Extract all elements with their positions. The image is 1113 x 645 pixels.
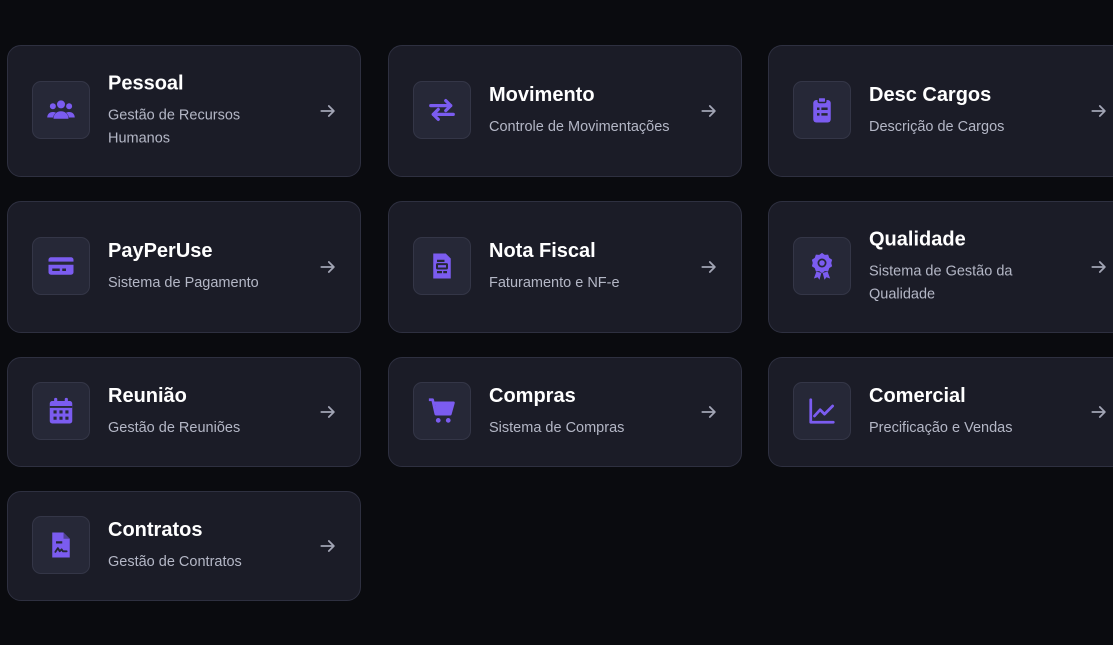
card-subtitle: Faturamento e NF-e [489,275,620,291]
card-subtitle: Gestão de Recursos Humanos [108,107,241,147]
swap-arrows-icon [413,81,471,139]
card-subtitle: Controle de Movimentações [489,119,670,135]
card-subtitle: Descrição de Cargos [869,119,1005,135]
card-subtitle: Precificação e Vendas [869,420,1013,436]
arrow-right-icon [701,261,716,273]
card-title: Movimento [489,84,595,106]
credit-card-icon [32,237,90,295]
arrow-right-icon [320,540,335,552]
card-payperuse[interactable]: PayPerUse Sistema de Pagamento [7,201,361,333]
award-badge-icon [793,237,851,295]
shopping-cart-icon [413,382,471,440]
card-qualidade[interactable]: Qualidade Sistema de Gestão da Qualidade [768,201,1113,333]
card-title: Desc Cargos [869,84,992,106]
card-title: Contratos [108,519,203,541]
arrow-right-icon [1091,105,1106,117]
arrow-right-icon [320,406,335,418]
card-reuniao[interactable]: Reunião Gestão de Reuniões [7,357,361,467]
card-comercial[interactable]: Comercial Precificação e Vendas [768,357,1113,467]
card-title: Comercial [869,385,966,407]
calendar-icon [32,382,90,440]
card-subtitle: Gestão de Reuniões [108,420,241,436]
card-compras[interactable]: Compras Sistema de Compras [388,357,742,467]
card-subtitle: Sistema de Gestão da Qualidade [869,263,1013,303]
card-movimento[interactable]: Movimento Controle de Movimentações [388,45,742,177]
clipboard-list-icon [793,81,851,139]
arrow-right-icon [320,105,335,117]
line-chart-icon [793,382,851,440]
document-icon [413,237,471,295]
card-subtitle: Gestão de Contratos [108,554,242,570]
card-contratos[interactable]: Contratos Gestão de Contratos [7,491,361,601]
card-title: Compras [489,385,576,407]
contract-document-icon [32,516,90,574]
card-pessoal[interactable]: Pessoal Gestão de Recursos Humanos [7,45,361,177]
card-subtitle: Sistema de Pagamento [108,275,259,291]
card-nota-fiscal[interactable]: Nota Fiscal Faturamento e NF-e [388,201,742,333]
arrow-right-icon [701,105,716,117]
card-title: Pessoal [108,72,184,95]
arrow-right-icon [701,406,716,418]
card-title: PayPerUse [108,240,213,262]
arrow-right-icon [1091,261,1106,273]
arrow-right-icon [1091,406,1106,418]
card-title: Nota Fiscal [489,240,596,262]
card-title: Reunião [108,385,187,407]
card-subtitle: Sistema de Compras [489,420,625,436]
arrow-right-icon [320,261,335,273]
people-icon [32,81,90,139]
card-desc-cargos[interactable]: Desc Cargos Descrição de Cargos [768,45,1113,177]
card-title: Qualidade [869,228,966,251]
